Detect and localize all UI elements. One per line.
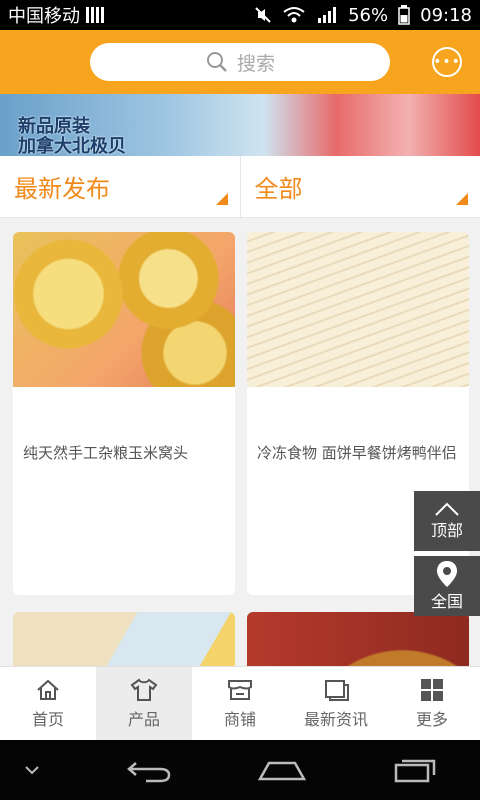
system-nav-bar bbox=[0, 740, 480, 800]
tab-more-label: 更多 bbox=[415, 709, 448, 729]
chat-bubble-icon: ••• bbox=[433, 54, 461, 70]
mute-icon bbox=[255, 7, 271, 23]
home-icon bbox=[37, 679, 59, 700]
bottom-tab-bar: 首页 产品 商铺 最新资讯 更多 bbox=[0, 666, 480, 740]
back-to-top-button[interactable]: 顶部 bbox=[414, 491, 480, 551]
shirt-icon bbox=[130, 678, 158, 701]
battery-percent: 56% bbox=[348, 4, 389, 26]
app-header: 搜索 ••• bbox=[0, 30, 480, 94]
shop-icon bbox=[228, 679, 252, 700]
tab-news[interactable]: 最新资讯 bbox=[288, 667, 384, 740]
cell-signal-icon bbox=[318, 7, 337, 23]
grid-icon bbox=[421, 678, 443, 701]
home-button-icon[interactable] bbox=[257, 757, 307, 783]
category-filter[interactable]: 全部 bbox=[241, 156, 480, 217]
wifi-icon bbox=[283, 7, 305, 23]
carrier-name: 中国移动 bbox=[8, 6, 80, 27]
filter-bar: 最新发布 全部 bbox=[0, 156, 480, 218]
product-image bbox=[247, 232, 469, 387]
tab-products[interactable]: 产品 bbox=[96, 667, 192, 740]
tab-news-label: 最新资讯 bbox=[303, 709, 368, 729]
product-title: 纯天然手工杂粮玉米窝头 bbox=[23, 444, 189, 462]
product-card[interactable] bbox=[13, 612, 235, 666]
category-filter-label: 全部 bbox=[254, 175, 303, 203]
chevron-up-icon bbox=[435, 502, 459, 516]
banner-line-2: 加拿大北极贝 bbox=[18, 136, 126, 156]
region-button[interactable]: 全国 bbox=[414, 556, 480, 616]
region-label: 全国 bbox=[430, 592, 463, 611]
message-button[interactable]: ••• bbox=[432, 47, 462, 77]
product-card[interactable] bbox=[247, 612, 469, 666]
corner-arrow-icon bbox=[215, 193, 228, 205]
location-pin-icon bbox=[437, 561, 457, 587]
signal-bars-icon bbox=[86, 7, 104, 23]
tab-products-label: 产品 bbox=[127, 709, 160, 729]
product-image bbox=[247, 612, 469, 666]
news-icon bbox=[325, 679, 349, 701]
back-to-top-label: 顶部 bbox=[430, 521, 463, 540]
sort-filter-label: 最新发布 bbox=[14, 175, 110, 203]
sort-filter[interactable]: 最新发布 bbox=[0, 156, 241, 217]
tab-home-label: 首页 bbox=[31, 709, 64, 729]
product-image bbox=[13, 232, 235, 387]
recent-apps-icon[interactable] bbox=[392, 757, 438, 783]
back-icon[interactable] bbox=[126, 757, 172, 783]
product-title: 冷冻食物 面饼早餐饼烤鸭伴侣 bbox=[257, 444, 457, 462]
clock: 09:18 bbox=[420, 4, 472, 26]
status-bar: 中国移动 56% 09:18 bbox=[0, 0, 480, 30]
product-card[interactable]: 纯天然手工杂粮玉米窝头 bbox=[13, 232, 235, 595]
corner-arrow-icon bbox=[456, 193, 468, 205]
tab-more[interactable]: 更多 bbox=[384, 667, 480, 740]
product-image bbox=[13, 612, 235, 666]
search-placeholder: 搜索 bbox=[236, 52, 275, 75]
tab-shops-label: 商铺 bbox=[223, 709, 256, 729]
tab-shops[interactable]: 商铺 bbox=[192, 667, 288, 740]
tab-home[interactable]: 首页 bbox=[0, 667, 96, 740]
product-grid: 纯天然手工杂粮玉米窝头 冷冻食物 面饼早餐饼烤鸭伴侣 bbox=[0, 218, 480, 666]
search-input[interactable]: 搜索 bbox=[90, 43, 390, 81]
chevron-down-icon[interactable] bbox=[23, 764, 41, 776]
promo-banner[interactable]: 新品原装 加拿大北极贝 bbox=[0, 94, 480, 156]
battery-icon bbox=[398, 5, 410, 25]
search-icon bbox=[206, 52, 227, 72]
